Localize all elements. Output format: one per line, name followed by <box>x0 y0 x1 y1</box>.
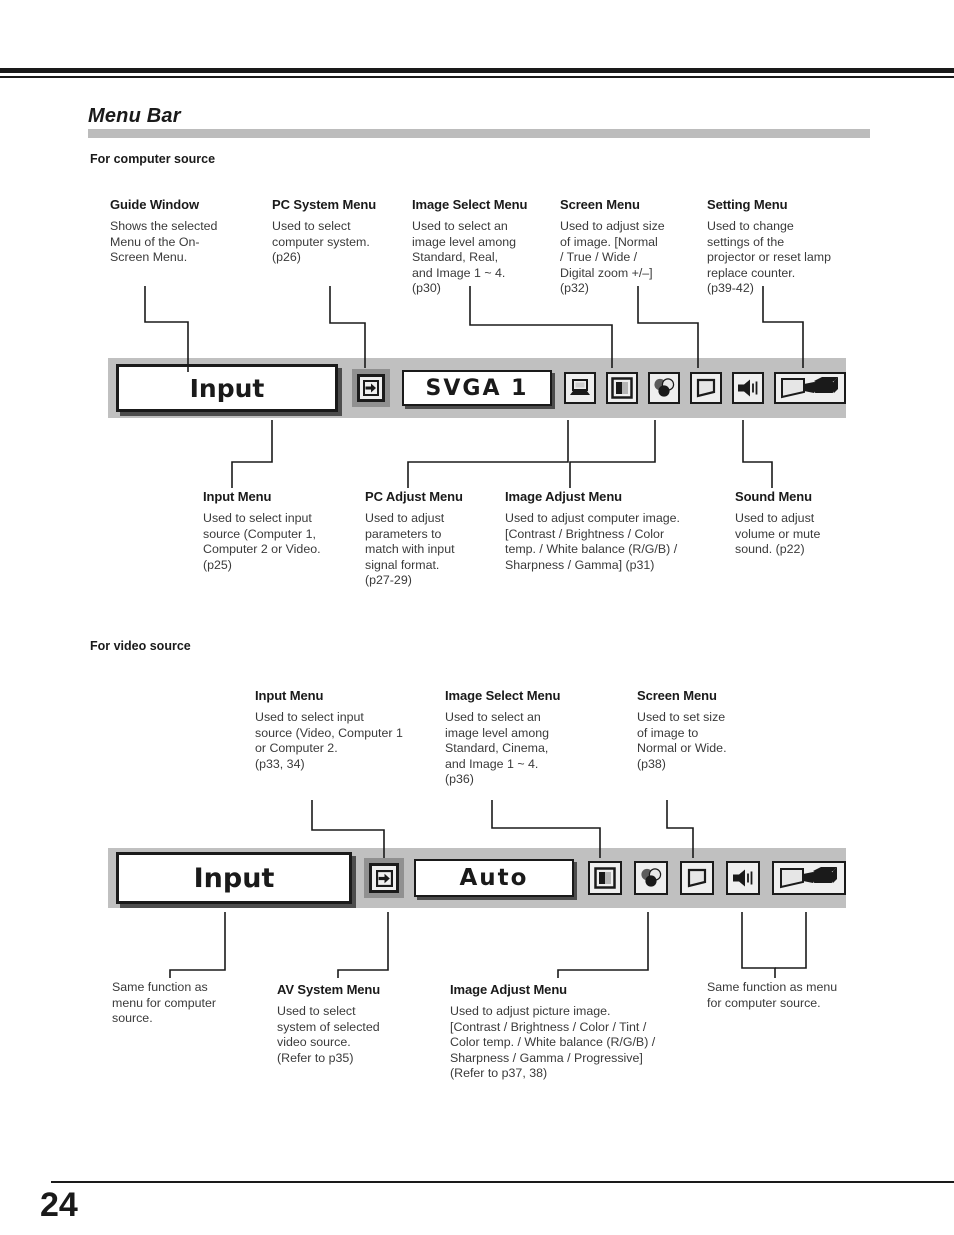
callout-body: Used to select computer system. (p26) <box>272 219 370 265</box>
callout-guide-window: Guide Window Shows the selected Menu of … <box>110 197 255 266</box>
video-source-heading: For video source <box>90 639 191 653</box>
callout-video-screen-menu: Screen Menu Used to set size of image to… <box>637 688 787 772</box>
callout-body: Same function as menu for computer sourc… <box>112 980 216 1026</box>
callout-body: Used to select input source (Video, Comp… <box>255 710 403 771</box>
header-rule-thick <box>0 68 954 73</box>
callout-body: Used to adjust picture image. [Contrast … <box>450 1004 656 1081</box>
image-select-icon[interactable] <box>606 372 638 404</box>
screen-icon[interactable] <box>680 861 714 895</box>
input-selector-button[interactable] <box>364 858 404 898</box>
input-arrow-icon <box>357 374 385 402</box>
callout-setting-menu: Setting Menu Used to change settings of … <box>707 197 867 297</box>
callout-body: Used to adjust computer image. [Contrast… <box>505 511 680 572</box>
setting-icon[interactable] <box>772 861 846 895</box>
computer-menu-bar: Input SVGA 1 <box>108 358 846 418</box>
computer-source-heading: For computer source <box>90 152 216 166</box>
input-arrow-icon <box>369 863 399 893</box>
pc-system-label: SVGA 1 <box>425 375 529 401</box>
callout-title: Screen Menu <box>637 688 717 703</box>
callout-video-input-menu: Input Menu Used to select input source (… <box>255 688 435 772</box>
callout-body: Used to adjust volume or mute sound. (p2… <box>735 511 821 557</box>
callout-sound-menu: Sound Menu Used to adjust volume or mute… <box>735 489 875 558</box>
image-adjust-icon[interactable] <box>648 372 680 404</box>
footer-rule <box>51 1181 954 1183</box>
callout-title: Sound Menu <box>735 489 812 504</box>
callout-image-adjust-menu: Image Adjust Menu Used to adjust compute… <box>505 489 740 573</box>
callout-input-menu: Input Menu Used to select input source (… <box>203 489 353 573</box>
sound-icon[interactable] <box>726 861 760 895</box>
callout-body: Used to change settings of the projector… <box>707 219 831 296</box>
callout-body: Shows the selected Menu of the On- Scree… <box>110 219 218 265</box>
callout-title: Guide Window <box>110 197 199 212</box>
callout-video-same-as-computer-left: Same function as menu for computer sourc… <box>112 980 272 1027</box>
pc-adjust-icon[interactable] <box>564 372 596 404</box>
page-number: 24 <box>40 1186 78 1224</box>
av-system-window[interactable]: Auto <box>414 859 574 897</box>
callout-pc-system-menu: PC System Menu Used to select computer s… <box>272 197 412 266</box>
av-system-label: Auto <box>459 865 529 891</box>
header-rule-thin <box>0 76 954 78</box>
callout-pc-adjust-menu: PC Adjust Menu Used to adjust parameters… <box>365 489 500 589</box>
title-underbar <box>88 129 870 138</box>
guide-window[interactable]: Input <box>116 852 352 904</box>
callout-video-image-select-menu: Image Select Menu Used to select an imag… <box>445 688 605 788</box>
guide-window-label: Input <box>193 862 275 894</box>
callout-title: Screen Menu <box>560 197 640 212</box>
guide-window[interactable]: Input <box>116 364 338 412</box>
callout-title: PC System Menu <box>272 197 377 212</box>
callout-body: Used to adjust parameters to match with … <box>365 511 455 588</box>
input-selector-button[interactable] <box>352 369 390 407</box>
callout-body: Used to adjust size of image. [Normal / … <box>560 219 665 296</box>
callout-title: Input Menu <box>203 489 272 504</box>
sound-icon[interactable] <box>732 372 764 404</box>
video-menu-bar: Input Auto <box>108 848 846 908</box>
callout-title: Input Menu <box>255 688 324 703</box>
screen-icon[interactable] <box>690 372 722 404</box>
callout-video-image-adjust-menu: Image Adjust Menu Used to adjust picture… <box>450 982 700 1082</box>
callout-screen-menu: Screen Menu Used to adjust size of image… <box>560 197 700 297</box>
callout-image-select-menu: Image Select Menu Used to select an imag… <box>412 197 552 297</box>
callout-body: Used to select system of selected video … <box>277 1004 380 1065</box>
callout-video-same-as-computer-right: Same function as menu for computer sourc… <box>707 980 887 1011</box>
pc-system-window[interactable]: SVGA 1 <box>402 370 552 406</box>
setting-icon[interactable] <box>774 372 846 404</box>
image-select-icon[interactable] <box>588 861 622 895</box>
callout-title: Image Adjust Menu <box>505 489 622 504</box>
page-title: Menu Bar <box>88 105 181 127</box>
callout-title: PC Adjust Menu <box>365 489 463 504</box>
image-adjust-icon[interactable] <box>634 861 668 895</box>
callout-av-system-menu: AV System Menu Used to select system of … <box>277 982 437 1066</box>
callout-title: Image Select Menu <box>412 197 528 212</box>
callout-body: Same function as menu for computer sourc… <box>707 980 838 1010</box>
callout-title: AV System Menu <box>277 982 381 997</box>
callout-title: Image Select Menu <box>445 688 561 703</box>
callout-title: Setting Menu <box>707 197 788 212</box>
callout-body: Used to select an image level among Stan… <box>445 710 550 787</box>
callout-title: Image Adjust Menu <box>450 982 567 997</box>
callout-body: Used to set size of image to Normal or W… <box>637 710 727 771</box>
guide-window-label: Input <box>189 373 265 403</box>
callout-body: Used to select an image level among Stan… <box>412 219 517 296</box>
callout-body: Used to select input source (Computer 1,… <box>203 511 321 572</box>
